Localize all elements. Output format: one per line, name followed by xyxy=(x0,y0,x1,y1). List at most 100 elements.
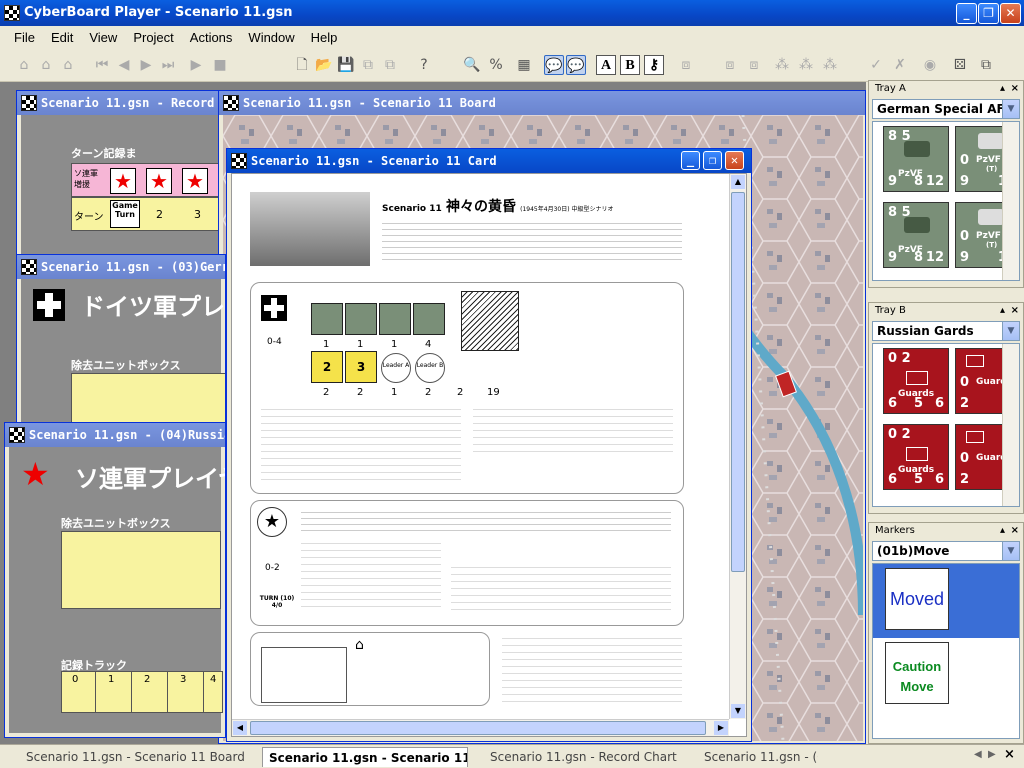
tab-record-chart[interactable]: Scenario 11.gsn - Record Chart xyxy=(484,747,684,767)
tray-b-scrollbar[interactable] xyxy=(1002,344,1019,506)
tray-a-units[interactable]: 8 5PzVF9812 0PzVF(T)912 8 5PzVF9812 0PzV… xyxy=(872,121,1020,281)
check-x-icon[interactable]: ✗ xyxy=(890,55,910,75)
russian-eliminated-box[interactable] xyxy=(61,531,221,609)
markers-list[interactable]: Moved Caution Move xyxy=(872,563,1020,739)
prev-icon[interactable]: ◀ xyxy=(114,55,134,75)
network-icon[interactable]: ⁂ xyxy=(772,55,792,75)
german-eliminated-box[interactable] xyxy=(71,373,225,423)
play-icon[interactable]: ▶ xyxy=(186,55,206,75)
caution-move-marker[interactable]: Caution Move xyxy=(885,642,949,704)
tray-a-scrollbar[interactable] xyxy=(1002,122,1019,280)
last-icon[interactable]: ⏭ xyxy=(158,55,178,75)
tray-a-close-icon[interactable]: × xyxy=(1011,81,1019,97)
card-vertical-scrollbar[interactable]: ▲ ▼ xyxy=(729,174,746,719)
chevron-down-icon[interactable]: ▼ xyxy=(1002,322,1019,340)
card-close-button[interactable]: ✕ xyxy=(725,151,744,170)
german-player-window[interactable]: Scenario 11.gsn - (03)Gerr ドイツ軍プレイ 除去ユニッ… xyxy=(16,254,226,434)
new-file-icon[interactable]: 🗋 xyxy=(292,55,312,75)
unit-stack[interactable] xyxy=(461,291,519,351)
russian-guards-counter[interactable]: 0 2 Guards 6 5 6 xyxy=(883,348,949,414)
chit-counter[interactable]: 2 xyxy=(311,351,343,383)
percent-icon[interactable]: % xyxy=(486,55,506,75)
h-scroll-thumb[interactable] xyxy=(250,721,706,735)
copy-icon[interactable]: ⧉ xyxy=(358,55,378,75)
chevron-down-icon[interactable]: ▼ xyxy=(1002,100,1019,118)
scroll-up-icon[interactable]: ▲ xyxy=(731,175,745,189)
help-icon[interactable]: ? xyxy=(414,55,434,75)
menu-help[interactable]: Help xyxy=(303,26,346,50)
game-turn-marker[interactable]: Game Turn xyxy=(110,200,140,228)
leader-a-counter[interactable]: Leader A xyxy=(381,353,411,383)
network-x-icon[interactable]: ⁂ xyxy=(820,55,840,75)
open-folder-icon[interactable]: 📂 xyxy=(314,55,334,75)
russian-player-window[interactable]: Scenario 11.gsn - (04)Russia ★ ソ連軍プレイヤ 除… xyxy=(4,422,226,738)
german-unit-counter[interactable] xyxy=(413,303,445,335)
move-alt-icon[interactable]: ⌂ xyxy=(36,55,56,75)
russian-guards-counter[interactable]: 0 2 Guards 6 5 6 xyxy=(883,424,949,490)
markers-close-icon[interactable]: × xyxy=(1011,523,1019,539)
menu-file[interactable]: File xyxy=(0,26,43,50)
text-a-button[interactable]: A xyxy=(596,55,616,75)
tray-icon[interactable]: ⧈ xyxy=(720,55,740,75)
stack-icon[interactable]: ⧈ xyxy=(676,55,696,75)
speech-bubble-q-icon[interactable]: 💬 xyxy=(566,55,586,75)
card-minimize-button[interactable]: _ xyxy=(681,151,700,170)
tab-board[interactable]: Scenario 11.gsn - Scenario 11 Board xyxy=(20,747,250,767)
speech-bubble-icon[interactable]: 💬 xyxy=(544,55,564,75)
card-content[interactable]: Scenario 11 神々の黄昏 (1945年4月30日) 中級型シナリオ 0… xyxy=(231,173,747,737)
leader-b-counter[interactable]: Leader B xyxy=(415,353,445,383)
german-unit-counter[interactable] xyxy=(379,303,411,335)
grid-icon[interactable]: ▦ xyxy=(514,55,534,75)
move-check-icon[interactable]: ⌂ xyxy=(58,55,78,75)
paste-icon[interactable]: ⧉ xyxy=(380,55,400,75)
first-icon[interactable]: ⏮ xyxy=(92,55,112,75)
next-icon[interactable]: ▶ xyxy=(136,55,156,75)
network-alt-icon[interactable]: ⁂ xyxy=(796,55,816,75)
tab-left-icon[interactable]: ◀ xyxy=(974,749,982,760)
german-afv-counter[interactable]: 8 5 PzVF 9 8 12 xyxy=(883,202,949,268)
check-icon[interactable]: ✓ xyxy=(866,55,886,75)
pin-icon[interactable]: ▴ xyxy=(1000,81,1005,97)
menu-actions[interactable]: Actions xyxy=(182,26,241,50)
text-b-button[interactable]: B xyxy=(620,55,640,75)
scroll-left-icon[interactable]: ◀ xyxy=(233,721,247,735)
dice-icon[interactable]: ⚄ xyxy=(950,55,970,75)
card-window[interactable]: Scenario 11.gsn - Scenario 11 Card _ ❐ ✕… xyxy=(226,148,752,742)
tab-card[interactable]: Scenario 11.gsn - Scenario 11 ... xyxy=(262,747,468,767)
eye-icon[interactable]: ◉ xyxy=(920,55,940,75)
tray-alt-icon[interactable]: ⧈ xyxy=(744,55,764,75)
pin-icon[interactable]: ▴ xyxy=(1000,523,1005,539)
tab-close-icon[interactable]: × xyxy=(1004,747,1015,762)
card-horizontal-scrollbar[interactable]: ◀ ▶ xyxy=(232,719,729,736)
save-icon[interactable]: 💾 xyxy=(336,55,356,75)
scroll-down-icon[interactable]: ▼ xyxy=(731,704,745,718)
chit-counter[interactable]: 3 xyxy=(345,351,377,383)
scroll-right-icon[interactable]: ▶ xyxy=(714,721,728,735)
zoom-icon[interactable]: 🔍 xyxy=(462,55,482,75)
german-afv-counter[interactable]: 8 5 PzVF 9 8 12 xyxy=(883,126,949,192)
tray-b-units[interactable]: 0 2Guards656 0Guards26 0 2Guards656 0Gua… xyxy=(872,343,1020,507)
move-icon[interactable]: ⌂ xyxy=(14,55,34,75)
menu-view[interactable]: View xyxy=(81,26,125,50)
close-button[interactable]: ✕ xyxy=(1000,3,1021,24)
tray-b-close-icon[interactable]: × xyxy=(1011,303,1019,319)
tab-right-icon[interactable]: ▶ xyxy=(988,749,996,760)
stop-icon[interactable]: ■ xyxy=(210,55,230,75)
windows-icon[interactable]: ⧉ xyxy=(976,55,996,75)
tray-b-select[interactable]: Russian Gards ▼ xyxy=(872,321,1020,341)
markers-select[interactable]: (01b)Move ▼ xyxy=(872,541,1020,561)
scroll-thumb[interactable] xyxy=(731,192,745,572)
tray-a-select[interactable]: German Special AFV ▼ xyxy=(872,99,1020,119)
chevron-down-icon[interactable]: ▼ xyxy=(1002,542,1019,560)
pin-icon[interactable]: ▴ xyxy=(1000,303,1005,319)
card-maximize-button[interactable]: ❐ xyxy=(703,151,722,170)
menu-window[interactable]: Window xyxy=(240,26,302,50)
moved-marker[interactable]: Moved xyxy=(885,568,949,630)
minimize-button[interactable]: _ xyxy=(956,3,977,24)
tab-other[interactable]: Scenario 11.gsn - (0: xyxy=(698,747,818,767)
german-unit-counter[interactable] xyxy=(345,303,377,335)
restore-button[interactable]: ❐ xyxy=(978,3,999,24)
menu-project[interactable]: Project xyxy=(125,26,181,50)
german-unit-counter[interactable] xyxy=(311,303,343,335)
key-icon[interactable]: ⚷ xyxy=(644,55,664,75)
